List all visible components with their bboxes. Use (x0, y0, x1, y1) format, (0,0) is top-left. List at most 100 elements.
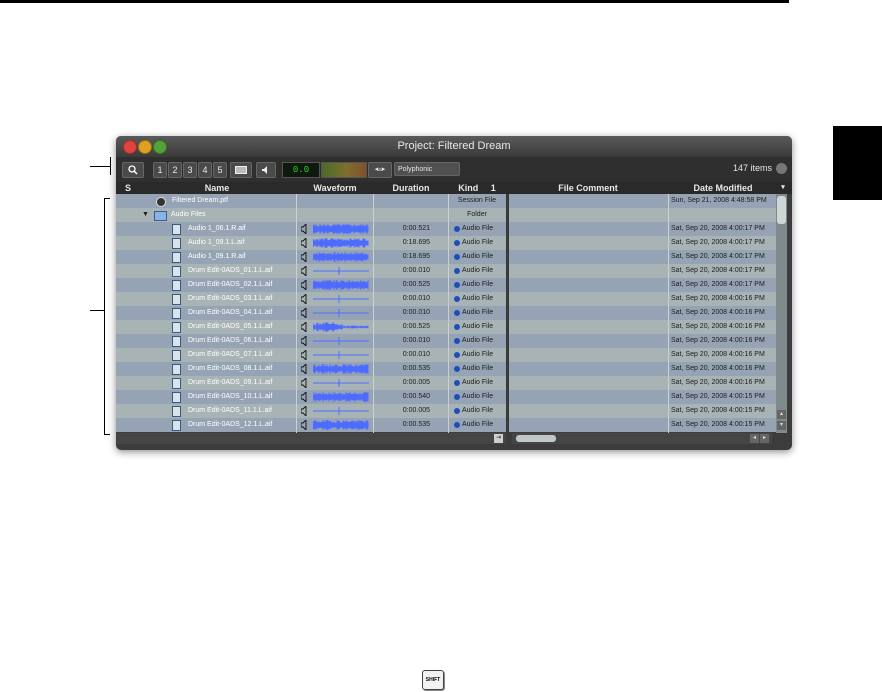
voice-mode-selector[interactable]: Polyphonic (394, 162, 460, 176)
table-row[interactable]: Drum Edit-0ADS_06.1.L.aif 0:00.010 Audio F… (116, 334, 776, 348)
column-waveform[interactable]: Waveform (297, 182, 373, 194)
file-comment[interactable] (509, 320, 667, 334)
audition-button[interactable] (256, 162, 276, 178)
view-preset-5[interactable]: 5 (213, 162, 227, 178)
title-bar[interactable]: Project: Filtered Dream (116, 136, 792, 157)
table-row[interactable]: Drum Edit-0ADS_02.1.L.aif 0:00.525 Audio F… (116, 278, 776, 292)
file-comment[interactable] (509, 306, 667, 320)
table-row[interactable]: Drum Edit-0ADS_11.1.L.aif 0:00.005 Audio F… (116, 404, 776, 418)
browser-menu-button[interactable] (776, 163, 787, 174)
view-preset-1[interactable]: 1 (153, 162, 167, 178)
view-preset-3[interactable]: 3 (183, 162, 197, 178)
table-row[interactable]: Drum Edit-0ADS_09.1.L.aif 0:00.005 Audio F… (116, 376, 776, 390)
waveform-display[interactable] (313, 322, 369, 332)
file-comment[interactable] (509, 376, 667, 390)
speaker-icon[interactable] (301, 280, 308, 290)
table-row[interactable]: Audio 1_09.1.L.aif 0:18.695 Audio File Sat,… (116, 236, 776, 250)
speaker-icon[interactable] (301, 350, 308, 360)
file-comment[interactable] (509, 348, 667, 362)
new-folder-button[interactable] (230, 162, 252, 178)
column-name[interactable]: Name (138, 182, 296, 194)
audio-file-kind-icon (454, 310, 460, 316)
column-menu-icon[interactable]: ▾ (778, 182, 788, 194)
file-comment[interactable] (509, 208, 667, 222)
vertical-scrollbar[interactable]: ▴ ▾ (776, 194, 787, 433)
waveform-display[interactable] (313, 294, 369, 304)
table-row[interactable]: Drum Edit-0ADS_03.1.L.aif 0:00.010 Audio F… (116, 292, 776, 306)
waveform-display[interactable] (313, 308, 369, 318)
table-row[interactable]: ▼ Audio Files Folder (116, 208, 776, 222)
speaker-icon[interactable] (301, 224, 308, 234)
file-comment[interactable] (509, 334, 667, 348)
column-kind[interactable]: Kind 1 (449, 182, 505, 194)
scroll-right-button[interactable]: ▸ (760, 434, 769, 443)
scroll-down-button[interactable]: ▾ (777, 421, 786, 430)
waveform-display[interactable] (313, 378, 369, 388)
file-comment[interactable] (509, 278, 667, 292)
pan-popup[interactable]: ◂▵▸ (368, 162, 392, 178)
waveform-display[interactable] (313, 252, 369, 262)
table-row[interactable]: Audio 1_09.1.R.aif 0:18.695 Audio File Sat,… (116, 250, 776, 264)
audio-file-icon (172, 364, 181, 375)
preview-volume-display[interactable]: 0.0 (282, 162, 320, 178)
table-row[interactable]: Drum Edit-0ADS_12.1.L.aif 0:00.535 Audio F… (116, 418, 776, 432)
view-preset-4[interactable]: 4 (198, 162, 212, 178)
horizontal-scroll-thumb[interactable] (516, 435, 556, 442)
file-comment[interactable] (509, 390, 667, 404)
scroll-up-button[interactable]: ▴ (777, 410, 786, 419)
speaker-icon[interactable] (301, 406, 308, 416)
table-row[interactable]: Drum Edit-0ADS_08.1.L.aif 0:00.535 Audio F… (116, 362, 776, 376)
file-comment[interactable] (509, 250, 667, 264)
speaker-icon[interactable] (301, 378, 308, 388)
speaker-icon[interactable] (301, 266, 308, 276)
column-file-comment[interactable]: File Comment (508, 182, 668, 194)
file-comment[interactable] (509, 362, 667, 376)
file-comment[interactable] (509, 418, 667, 432)
waveform-display[interactable] (313, 336, 369, 346)
pane-divider[interactable] (506, 194, 509, 433)
search-button[interactable] (122, 162, 144, 178)
pane-toggle-button[interactable]: ⇥ (494, 434, 503, 443)
table-row[interactable]: Drum Edit-0ADS_10.1.L.aif 0:00.540 Audio F… (116, 390, 776, 404)
disclosure-triangle-icon[interactable]: ▼ (142, 208, 149, 222)
speaker-icon[interactable] (301, 364, 308, 374)
view-preset-2[interactable]: 2 (168, 162, 182, 178)
waveform-display[interactable] (313, 406, 369, 416)
file-comment[interactable] (509, 194, 667, 208)
table-row[interactable]: Drum Edit-0ADS_01.1.L.aif 0:00.010 Audio F… (116, 264, 776, 278)
waveform-display[interactable] (313, 420, 369, 430)
vertical-scroll-thumb[interactable] (777, 196, 786, 224)
column-s[interactable]: S (118, 182, 138, 194)
waveform-display[interactable] (313, 238, 369, 248)
waveform-display[interactable] (313, 266, 369, 276)
speaker-icon[interactable] (301, 294, 308, 304)
file-comment[interactable] (509, 264, 667, 278)
file-comment[interactable] (509, 222, 667, 236)
speaker-icon[interactable] (301, 336, 308, 346)
toolbar-callout-line (90, 166, 110, 167)
scroll-left-button[interactable]: ◂ (750, 434, 759, 443)
table-row[interactable]: Audio 1_06.1.R.aif 0:00.521 Audio File Sat,… (116, 222, 776, 236)
file-comment[interactable] (509, 404, 667, 418)
column-date-modified[interactable]: Date Modified (669, 182, 777, 194)
speaker-icon[interactable] (301, 238, 308, 248)
waveform-display[interactable] (313, 364, 369, 374)
waveform-display[interactable] (313, 392, 369, 402)
speaker-icon[interactable] (301, 392, 308, 402)
table-row[interactable]: Drum Edit-0ADS_04.1.L.aif 0:00.010 Audio F… (116, 306, 776, 320)
left-pane-horizontal-scrollbar[interactable]: ⇥ (116, 433, 506, 444)
table-row[interactable]: Drum Edit-0ADS_07.1.L.aif 0:00.010 Audio F… (116, 348, 776, 362)
speaker-icon[interactable] (301, 420, 308, 430)
file-comment[interactable] (509, 236, 667, 250)
column-duration[interactable]: Duration (374, 182, 448, 194)
table-row[interactable]: Filtered Dream.ptf Session File Sun, Sep 2… (116, 194, 776, 208)
speaker-icon[interactable] (301, 308, 308, 318)
speaker-icon[interactable] (301, 252, 308, 262)
speaker-icon[interactable] (301, 322, 308, 332)
file-comment[interactable] (509, 292, 667, 306)
table-row[interactable]: Drum Edit-0ADS_05.1.L.aif 0:00.525 Audio F… (116, 320, 776, 334)
waveform-display[interactable] (313, 350, 369, 360)
right-pane-horizontal-scrollbar[interactable]: ◂ ▸ (512, 433, 772, 444)
waveform-display[interactable] (313, 224, 369, 234)
waveform-display[interactable] (313, 280, 369, 290)
